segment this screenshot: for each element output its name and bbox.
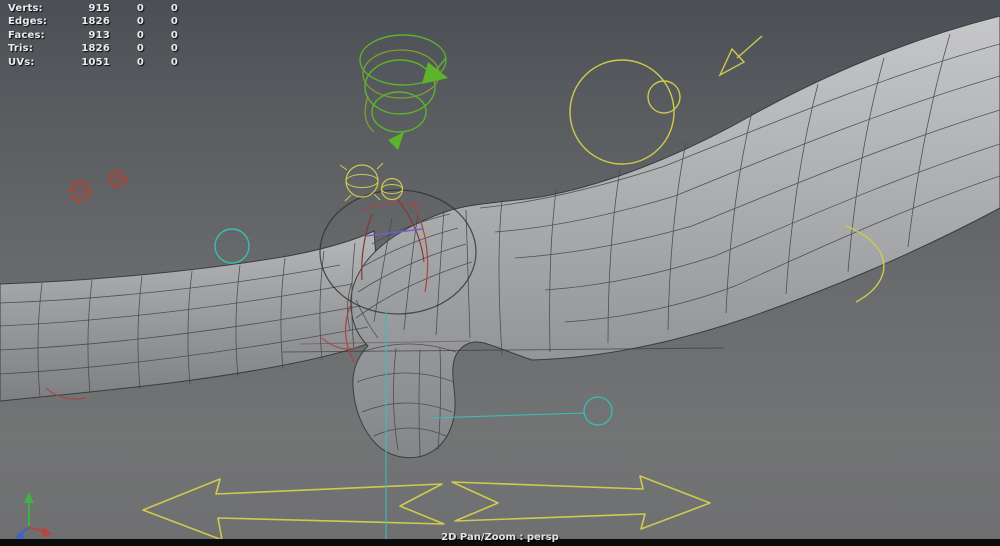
hud-label: Faces: bbox=[8, 29, 45, 41]
hud-count: 1051 bbox=[81, 56, 110, 68]
wrist-sphere-control bbox=[380, 177, 404, 201]
hud-col3: 0 bbox=[170, 3, 178, 14]
wrist-sphere-control bbox=[345, 164, 379, 198]
hud-col3: 0 bbox=[170, 56, 178, 68]
hud-col2: 0 bbox=[136, 16, 144, 28]
arrow-tail bbox=[736, 35, 763, 59]
arrow-icon bbox=[422, 62, 448, 84]
axis-x-arrow-icon bbox=[42, 527, 52, 537]
right-arm-fist-mesh[interactable] bbox=[350, 15, 1000, 459]
poly-count-hud: Verts: 915 0 0 Edges: 1826 0 0 Faces: 91… bbox=[8, 3, 178, 70]
hud-count: 915 bbox=[88, 3, 110, 14]
hud-label: Verts: bbox=[8, 3, 43, 14]
hud-count: 1826 bbox=[81, 16, 110, 28]
arrow-icon bbox=[718, 47, 746, 77]
pan-arrow-right bbox=[451, 475, 711, 530]
arrow-icon bbox=[388, 132, 404, 150]
teal-end-circle bbox=[583, 396, 613, 426]
gear-teeth-icon bbox=[67, 178, 93, 204]
teal-control-circle bbox=[214, 228, 250, 264]
hud-count: 1826 bbox=[81, 43, 110, 55]
hud-col2: 0 bbox=[136, 43, 144, 55]
left-arm-mesh[interactable] bbox=[0, 230, 383, 402]
hud-col3: 0 bbox=[170, 43, 178, 55]
hud-col3: 0 bbox=[170, 29, 178, 41]
yellow-control-circle-small bbox=[647, 80, 681, 114]
viewport-canvas[interactable] bbox=[0, 0, 1000, 546]
axis-z-arrow-icon bbox=[14, 530, 24, 539]
hud-col2: 0 bbox=[136, 29, 144, 41]
hud-col2: 0 bbox=[136, 56, 144, 68]
view-axis-gizmo[interactable] bbox=[14, 492, 52, 539]
axis-y-arrow-icon bbox=[24, 492, 34, 503]
pan-arrow-left bbox=[142, 478, 445, 541]
green-arrowheads[interactable] bbox=[388, 62, 448, 150]
gear-teeth-icon bbox=[107, 169, 127, 189]
hud-label: UVs: bbox=[8, 56, 35, 68]
viewport-status-label: 2D Pan/Zoom : persp bbox=[441, 532, 559, 543]
hud-label: Edges: bbox=[8, 16, 48, 28]
gear-icon bbox=[109, 171, 125, 187]
hud-col3: 0 bbox=[170, 16, 178, 28]
hud-count: 913 bbox=[88, 29, 110, 41]
hud-label: Tris: bbox=[8, 43, 34, 55]
maya-3d-viewport[interactable]: Verts: 915 0 0 Edges: 1826 0 0 Faces: 91… bbox=[0, 0, 1000, 546]
hud-col2: 0 bbox=[136, 3, 144, 14]
